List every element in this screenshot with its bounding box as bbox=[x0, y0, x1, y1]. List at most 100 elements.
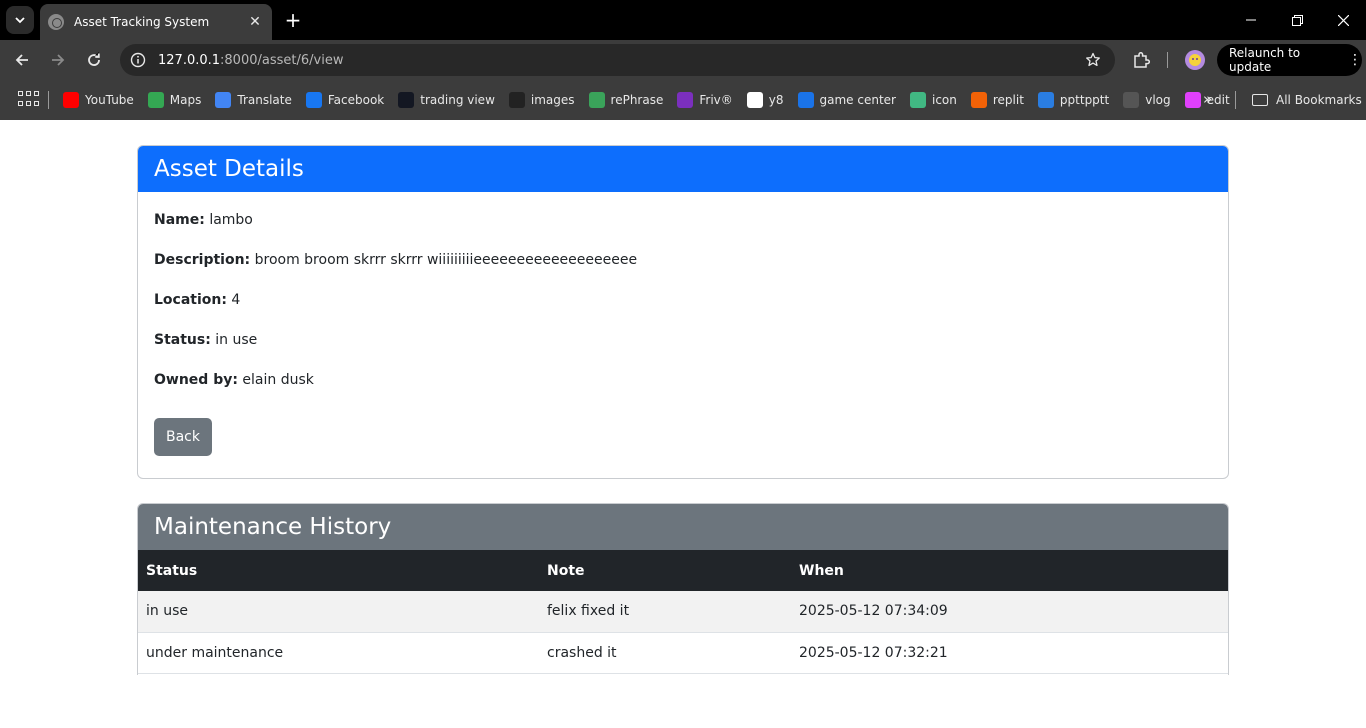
restore-icon bbox=[1291, 14, 1303, 26]
bookmark-label: YouTube bbox=[85, 93, 134, 107]
vlog-icon bbox=[1123, 92, 1140, 108]
asset-details-card: Asset Details Name: lambo Description: br… bbox=[137, 145, 1229, 479]
translate-icon bbox=[215, 92, 232, 108]
cell-status: in use bbox=[146, 603, 188, 620]
close-tab-icon[interactable]: ✕ bbox=[246, 14, 264, 30]
bookmark-item[interactable]: ppttpptt bbox=[1037, 92, 1110, 108]
tradingview-icon bbox=[398, 92, 415, 108]
asset-field-value: elain dusk bbox=[242, 372, 314, 388]
bookmark-item[interactable]: vlog bbox=[1123, 92, 1171, 108]
forward-nav-button[interactable] bbox=[46, 48, 70, 72]
column-header-status: Status bbox=[146, 562, 198, 579]
game-center-icon bbox=[797, 92, 814, 108]
bookmark-item[interactable]: Maps bbox=[147, 92, 202, 108]
restore-button[interactable] bbox=[1274, 0, 1320, 40]
cell-when: 2025-05-12 07:34:09 bbox=[799, 603, 948, 620]
bookmark-label: ppttpptt bbox=[1059, 93, 1110, 107]
profile-avatar-icon[interactable] bbox=[1185, 50, 1205, 70]
close-window-button[interactable] bbox=[1320, 0, 1366, 40]
relaunch-label: Relaunch to update bbox=[1229, 46, 1301, 74]
asset-field-label: Owned by: bbox=[154, 372, 238, 388]
maintenance-history-header: Maintenance History bbox=[138, 504, 1228, 550]
browser-titlebar: Asset Tracking System ✕ + bbox=[0, 0, 1366, 40]
table-header-row: Status Note When bbox=[138, 550, 1228, 591]
column-header-note: Note bbox=[547, 562, 585, 579]
asset-field-value: 4 bbox=[231, 292, 241, 308]
bookmark-label: y8 bbox=[768, 93, 784, 107]
site-info-icon[interactable] bbox=[129, 51, 147, 69]
asset-field-row: Description: broom broom skrrr skrrr wii… bbox=[154, 250, 1212, 290]
relaunch-to-update-button[interactable]: Relaunch to update ⋮ bbox=[1217, 44, 1362, 76]
asset-field-value: broom broom skrrr skrrr wiiiiiiiiieeeeee… bbox=[254, 252, 638, 268]
folder-icon bbox=[1252, 94, 1268, 106]
bookmark-item[interactable]: YouTube bbox=[63, 92, 134, 108]
globe-icon bbox=[48, 14, 64, 30]
bookmark-label: trading view bbox=[420, 93, 495, 107]
bookmark-item[interactable]: y8 bbox=[746, 92, 784, 108]
minimize-icon bbox=[1246, 19, 1256, 21]
bookmark-item[interactable]: icon bbox=[909, 92, 957, 108]
arrow-right-icon bbox=[52, 54, 65, 66]
reload-button[interactable] bbox=[82, 48, 106, 72]
cell-status: under maintenance bbox=[146, 644, 284, 661]
bookmark-label: game center bbox=[819, 93, 896, 107]
bookmarks-separator-2 bbox=[1235, 91, 1236, 109]
column-header-when: When bbox=[799, 562, 844, 579]
bookmark-item[interactable]: Facebook bbox=[305, 92, 385, 108]
bookmark-label: images bbox=[530, 93, 575, 107]
bookmark-item[interactable]: game center bbox=[797, 92, 896, 108]
table-row: under maintenance crashed it 2025-05-12 … bbox=[138, 632, 1228, 673]
more-bookmarks-chevron-icon[interactable]: » bbox=[1203, 90, 1212, 108]
extensions-puzzle-icon[interactable] bbox=[1131, 50, 1151, 70]
bookmark-item[interactable]: images bbox=[508, 92, 575, 108]
asset-field-label: Status: bbox=[154, 332, 211, 348]
maintenance-table: Status Note When in use felix fixed it 2… bbox=[138, 550, 1228, 674]
y8-icon bbox=[746, 92, 763, 108]
maps-pin-icon bbox=[147, 92, 164, 108]
asset-field-row: Status: in use bbox=[154, 330, 1212, 370]
address-bar[interactable]: 127.0.0.1:8000/asset/6/view bbox=[120, 44, 1115, 76]
asset-field-row: Owned by: elain dusk bbox=[154, 370, 1212, 410]
reload-icon bbox=[88, 52, 100, 66]
bookmark-label: Friv® bbox=[699, 93, 733, 107]
bookmark-item[interactable]: Friv® bbox=[677, 92, 733, 108]
bookmarks-bar: YouTube Maps Translate Facebook trading view… bbox=[0, 80, 1366, 120]
page-content: Asset Details Name: lambo Description: br… bbox=[0, 120, 1366, 728]
tab-search-button[interactable] bbox=[6, 6, 34, 34]
new-tab-button[interactable]: + bbox=[282, 9, 304, 31]
cell-when: 2025-05-12 07:32:21 bbox=[799, 644, 948, 661]
bookmark-item[interactable]: Translate bbox=[215, 92, 292, 108]
bookmark-item[interactable]: replit bbox=[970, 92, 1024, 108]
bookmark-item[interactable]: trading view bbox=[398, 92, 495, 108]
all-bookmarks-button[interactable]: All Bookmarks bbox=[1252, 80, 1362, 120]
asset-field-label: Description: bbox=[154, 252, 251, 268]
asset-details-body: Name: lambo Description: broom broom skrr… bbox=[138, 192, 1228, 456]
chevron-down-icon bbox=[15, 17, 25, 24]
asset-field-value: lambo bbox=[209, 212, 253, 228]
bookmark-label: replit bbox=[992, 93, 1024, 107]
toolbar-separator bbox=[1167, 52, 1168, 68]
images-icon bbox=[508, 92, 525, 108]
bookmark-label: icon bbox=[931, 93, 957, 107]
url-text: 127.0.0.1:8000/asset/6/view bbox=[158, 53, 1083, 68]
bookmark-label: Facebook bbox=[327, 93, 385, 107]
asset-details-header: Asset Details bbox=[138, 146, 1228, 192]
table-row: in use felix fixed it 2025-05-12 07:34:0… bbox=[138, 591, 1228, 632]
asset-field-row: Location: 4 bbox=[154, 290, 1212, 330]
asset-field-label: Name: bbox=[154, 212, 205, 228]
replit-icon bbox=[970, 92, 987, 108]
vue-icon bbox=[909, 92, 926, 108]
bookmarks-list: YouTube Maps Translate Facebook trading view… bbox=[63, 80, 1244, 120]
bookmark-label: Maps bbox=[169, 93, 202, 107]
friv-icon bbox=[677, 92, 694, 108]
close-icon bbox=[1337, 14, 1349, 26]
canva-icon bbox=[1037, 92, 1054, 108]
back-button[interactable]: Back bbox=[154, 418, 212, 456]
rephrase-icon bbox=[588, 92, 605, 108]
apps-grid-icon[interactable] bbox=[18, 91, 39, 109]
minimize-button[interactable] bbox=[1228, 0, 1274, 40]
back-nav-button[interactable] bbox=[10, 48, 34, 72]
bookmark-star-icon[interactable] bbox=[1083, 50, 1103, 70]
bookmark-item[interactable]: rePhrase bbox=[588, 92, 663, 108]
browser-tab-active[interactable]: Asset Tracking System ✕ bbox=[40, 4, 272, 40]
